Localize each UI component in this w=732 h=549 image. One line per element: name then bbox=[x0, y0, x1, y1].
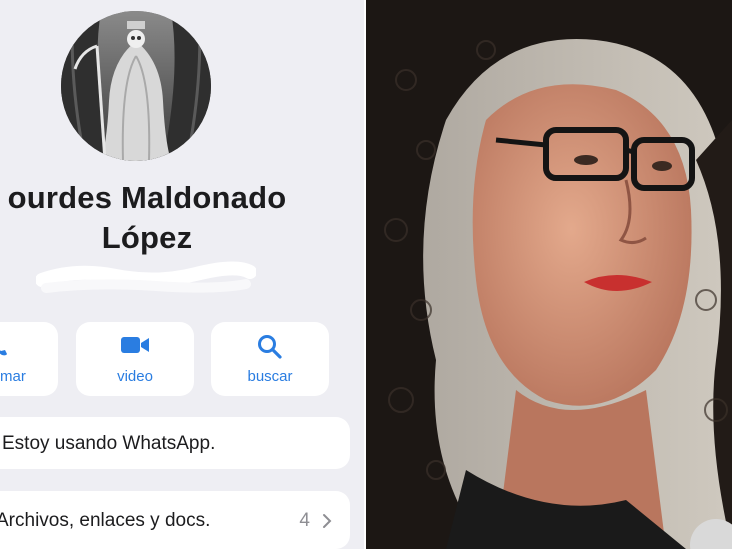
video-button-label: video bbox=[117, 368, 153, 385]
media-links-docs-row[interactable]: Archivos, enlaces y docs. 4 bbox=[0, 491, 350, 549]
status-card[interactable]: Estoy usando WhatsApp. bbox=[0, 417, 350, 469]
contact-name-line2: López bbox=[101, 220, 193, 255]
contact-name-line1: ourdes Maldonado bbox=[7, 180, 287, 215]
call-button[interactable]: mar bbox=[0, 322, 58, 396]
phone-icon bbox=[0, 350, 7, 356]
contact-name: ourdes Maldonado López bbox=[0, 178, 308, 258]
chevron-right-icon bbox=[323, 514, 332, 528]
call-button-label: mar bbox=[0, 368, 26, 385]
portrait-image bbox=[366, 0, 732, 549]
contact-avatar[interactable] bbox=[61, 11, 211, 161]
search-button-label: buscar bbox=[247, 368, 293, 385]
status-text: Estoy usando WhatsApp. bbox=[2, 433, 216, 454]
avatar-image bbox=[61, 11, 211, 161]
media-links-docs-label: Archivos, enlaces y docs. bbox=[0, 510, 211, 531]
search-icon bbox=[258, 335, 282, 359]
redacted-phone-scribble bbox=[36, 261, 256, 293]
portrait-photo bbox=[366, 0, 732, 549]
contact-info-panel: ourdes Maldonado López mar video buscar … bbox=[0, 0, 366, 549]
search-button[interactable]: buscar bbox=[211, 322, 329, 396]
media-count: 4 bbox=[299, 510, 310, 531]
video-icon bbox=[121, 337, 149, 353]
video-button[interactable]: video bbox=[76, 322, 194, 396]
